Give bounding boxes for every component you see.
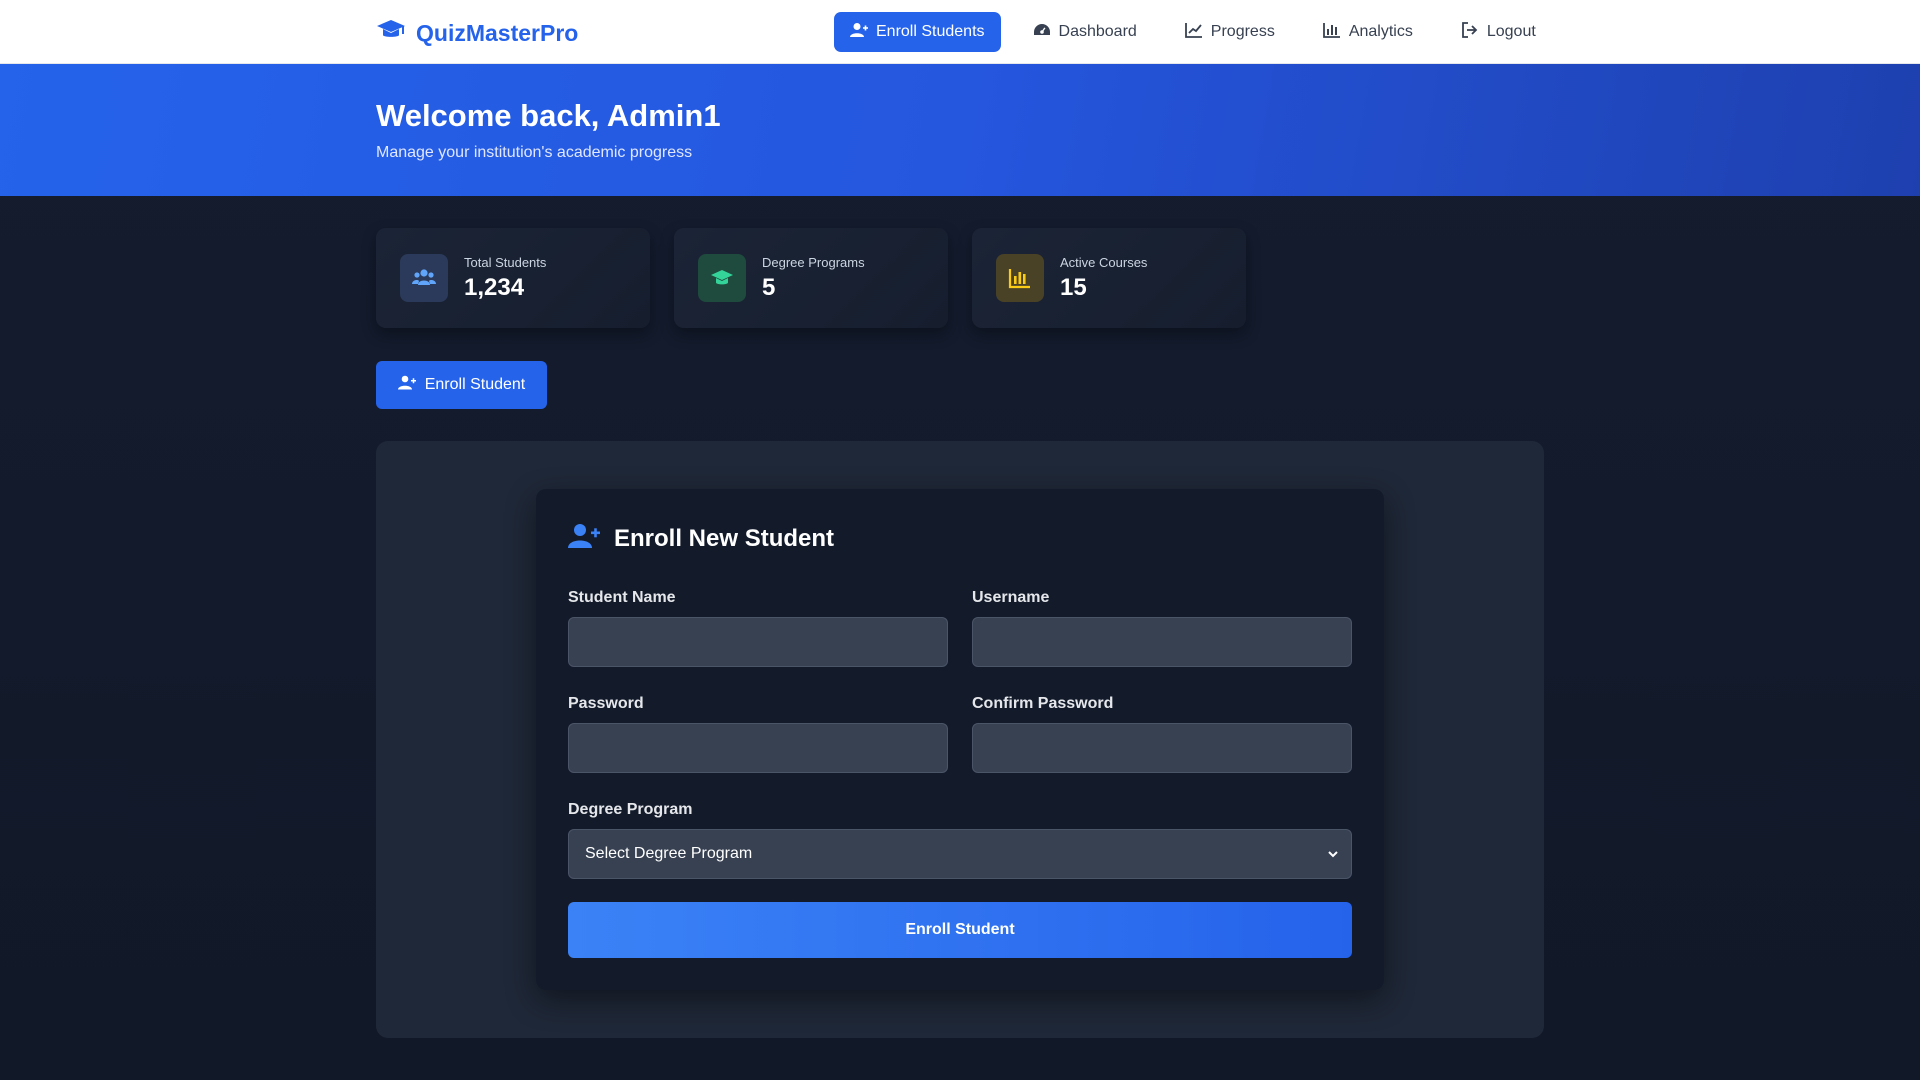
nav-label: Logout xyxy=(1486,23,1536,40)
stat-text: Total Students 1,234 xyxy=(464,255,546,302)
username-input[interactable] xyxy=(972,617,1352,667)
gauge-icon xyxy=(1033,22,1051,43)
user-plus-icon xyxy=(397,375,416,395)
nav-dashboard[interactable]: Dashboard xyxy=(1017,12,1153,52)
enroll-student-form: Enroll New Student Student Name Username… xyxy=(536,489,1384,990)
degree-program-selected: Select Degree Program xyxy=(585,845,753,862)
degree-program-label: Degree Program xyxy=(568,801,693,818)
nav-label: Analytics xyxy=(1348,23,1413,40)
graduation-cap-icon xyxy=(698,254,746,302)
brand-name: QuizMasterPro xyxy=(416,19,579,46)
stat-label: Active Courses xyxy=(1060,254,1148,270)
stat-text: Active Courses 15 xyxy=(1060,255,1147,302)
user-plus-icon xyxy=(568,523,600,556)
form-title: Enroll New Student xyxy=(614,525,835,552)
stat-label: Degree Programs xyxy=(762,254,865,270)
main-nav: Enroll Students Dashboard Progress Analy… xyxy=(834,12,1568,52)
nav-enroll-students[interactable]: Enroll Students xyxy=(834,12,1001,52)
degree-program-select[interactable]: Select Degree Program xyxy=(568,829,1352,879)
users-icon xyxy=(400,254,448,302)
nav-label: Progress xyxy=(1210,23,1275,40)
nav-analytics[interactable]: Analytics xyxy=(1307,12,1429,52)
bar-chart-icon xyxy=(996,254,1044,302)
student-name-input[interactable] xyxy=(568,617,948,667)
nav-logout[interactable]: Logout xyxy=(1445,12,1552,52)
stat-card-degree-programs: Degree Programs 5 xyxy=(674,228,948,328)
confirm-password-input[interactable] xyxy=(972,723,1352,773)
form-header: Enroll New Student xyxy=(568,523,834,555)
stat-value: 5 xyxy=(762,273,776,301)
nav-label: Dashboard xyxy=(1058,23,1137,40)
page-subtitle: Manage your institution's academic progr… xyxy=(376,144,693,161)
password-input[interactable] xyxy=(568,723,948,773)
stat-value: 15 xyxy=(1060,273,1087,301)
submit-enroll-button[interactable]: Enroll Student xyxy=(568,902,1352,958)
logout-icon xyxy=(1461,21,1479,43)
username-label: Username xyxy=(972,589,1050,606)
confirm-password-label: Confirm Password xyxy=(972,695,1114,712)
brand-logo[interactable]: QuizMasterPro xyxy=(376,16,578,50)
nav-progress[interactable]: Progress xyxy=(1169,12,1291,52)
graduation-cap-icon xyxy=(376,19,406,47)
user-plus-icon xyxy=(850,22,868,43)
password-label: Password xyxy=(568,695,644,712)
line-chart-icon xyxy=(1184,22,1203,43)
enroll-student-label: Enroll Student xyxy=(424,376,526,393)
stat-card-active-courses: Active Courses 15 xyxy=(972,228,1246,328)
stat-label: Total Students xyxy=(464,254,547,270)
student-name-label: Student Name xyxy=(568,589,676,606)
nav-label: Enroll Students xyxy=(876,23,985,40)
stat-text: Degree Programs 5 xyxy=(762,255,865,302)
stat-value: 1,234 xyxy=(464,273,525,301)
bar-chart-icon xyxy=(1322,22,1341,43)
page-title: Welcome back, Admin1 xyxy=(376,98,721,133)
top-navigation-bar: QuizMasterPro Enroll Students Dashboard … xyxy=(0,0,1920,64)
chevron-down-icon xyxy=(1327,847,1339,859)
welcome-banner: Welcome back, Admin1 Manage your institu… xyxy=(0,64,1920,196)
stats-row: Total Students 1,234 Degree Programs 5 A… xyxy=(376,228,1246,328)
enroll-student-button[interactable]: Enroll Student xyxy=(376,361,547,409)
stat-card-total-students: Total Students 1,234 xyxy=(376,228,650,328)
